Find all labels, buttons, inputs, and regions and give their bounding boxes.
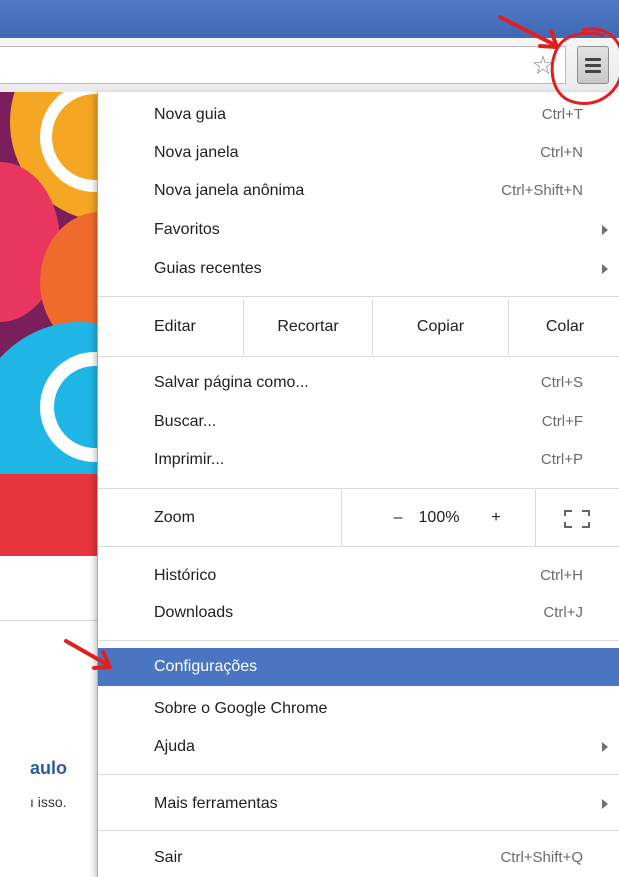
menu-item-label: Buscar... (154, 413, 217, 430)
menu-item-more-tools[interactable]: Mais ferramentas (98, 785, 619, 823)
menu-item-exit[interactable]: Sair Ctrl+Shift+Q (98, 839, 619, 877)
menu-item-shortcut: Ctrl+J (543, 604, 583, 621)
menu-item-label: Ajuda (154, 738, 195, 755)
menu-separator (98, 774, 619, 775)
edit-label: Editar (154, 318, 196, 335)
menu-item-label: Guias recentes (154, 260, 262, 277)
menu-item-shortcut: Ctrl+Shift+N (501, 182, 583, 199)
menu-item-label: Nova janela (154, 144, 239, 161)
zoom-divider (341, 490, 342, 546)
menu-item-label: Imprimir... (154, 451, 225, 468)
menu-item-label: Sobre o Google Chrome (154, 700, 328, 717)
menu-item-find[interactable]: Buscar... Ctrl+F (98, 403, 619, 441)
cut-button[interactable]: Recortar (243, 299, 372, 355)
hamburger-icon (585, 58, 601, 61)
menu-item-downloads[interactable]: Downloads Ctrl+J (98, 594, 619, 632)
page-divider (0, 620, 97, 621)
menu-item-incognito-window[interactable]: Nova janela anônima Ctrl+Shift+N (98, 172, 619, 210)
submenu-arrow-icon (602, 225, 608, 235)
submenu-arrow-icon (602, 799, 608, 809)
menu-item-bookmarks[interactable]: Favoritos (98, 211, 619, 249)
chrome-menu-button[interactable] (577, 46, 609, 84)
fullscreen-corner (582, 522, 590, 528)
menu-item-print[interactable]: Imprimir... Ctrl+P (98, 441, 619, 479)
menu-separator (98, 546, 619, 547)
menu-item-new-tab[interactable]: Nova guia Ctrl+T (98, 96, 619, 134)
menu-item-about-chrome[interactable]: Sobre o Google Chrome (98, 690, 619, 728)
page-banner-image (0, 92, 97, 556)
fullscreen-corner (564, 522, 572, 528)
menu-item-shortcut: Ctrl+N (540, 144, 583, 161)
menu-item-shortcut: Ctrl+S (540, 374, 583, 391)
zoom-label: Zoom (154, 509, 195, 526)
menu-item-shortcut: Ctrl+P (540, 451, 583, 468)
window-titlebar (0, 0, 619, 38)
hamburger-icon-bar (585, 64, 601, 67)
menu-item-new-window[interactable]: Nova janela Ctrl+N (98, 134, 619, 172)
menu-item-label: Nova guia (154, 106, 227, 123)
star-icon[interactable]: ☆ (531, 51, 555, 79)
menu-separator (98, 830, 619, 831)
zoom-in-button[interactable]: + (482, 490, 510, 546)
menu-item-label: Salvar página como... (154, 374, 309, 391)
menu-item-label: Configurações (154, 658, 258, 675)
menu-item-shortcut: Ctrl+T (541, 106, 583, 123)
address-bar[interactable] (0, 46, 566, 84)
menu-separator (98, 640, 619, 641)
fullscreen-corner (582, 510, 590, 516)
submenu-arrow-icon (602, 742, 608, 752)
zoom-level-value: 100% (418, 509, 460, 526)
menu-item-label: Nova janela anônima (154, 182, 305, 199)
menu-edit-row: Editar Recortar Copiar Colar (98, 299, 619, 355)
zoom-divider (535, 490, 536, 546)
hamburger-icon-bar (585, 70, 601, 73)
menu-item-shortcut: Ctrl+Shift+Q (500, 849, 583, 866)
menu-item-shortcut: Ctrl+H (540, 567, 583, 584)
submenu-arrow-icon (602, 264, 608, 274)
menu-separator (98, 296, 619, 297)
page-text-fragment: ı isso. (30, 794, 67, 810)
fullscreen-corner (564, 510, 572, 516)
menu-zoom-row: Zoom – 100% + (98, 490, 619, 546)
menu-item-label: Mais ferramentas (154, 795, 278, 812)
menu-item-help[interactable]: Ajuda (98, 728, 619, 766)
chrome-main-menu: Nova guia Ctrl+T Nova janela Ctrl+N Nova… (97, 92, 619, 877)
menu-item-settings[interactable]: Configurações (98, 648, 619, 686)
menu-item-label: Favoritos (154, 221, 220, 238)
banner-red-strip (0, 474, 97, 556)
menu-item-shortcut: Ctrl+F (541, 413, 583, 430)
page-heading-fragment[interactable]: aulo (30, 758, 67, 779)
menu-item-label: Downloads (154, 604, 234, 621)
menu-item-history[interactable]: Histórico Ctrl+H (98, 557, 619, 595)
menu-item-label: Histórico (154, 567, 217, 584)
menu-item-label: Sair (154, 849, 183, 866)
fullscreen-icon[interactable] (564, 510, 590, 528)
menu-item-save-page[interactable]: Salvar página como... Ctrl+S (98, 364, 619, 402)
menu-separator (98, 356, 619, 357)
paste-button[interactable]: Colar (508, 299, 619, 355)
menu-separator (98, 488, 619, 489)
copy-button[interactable]: Copiar (372, 299, 508, 355)
menu-item-recent-tabs[interactable]: Guias recentes (98, 250, 619, 288)
